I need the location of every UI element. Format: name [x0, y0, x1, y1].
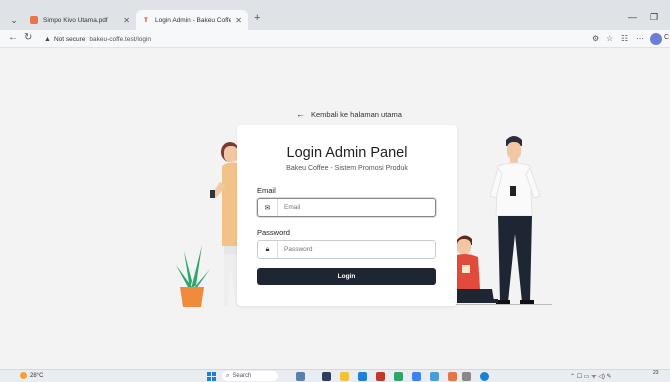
lock-icon: 🔒︎ [258, 241, 278, 258]
page-subtitle: Bakeu Coffee - Sistem Promosi Produk [286, 165, 408, 172]
close-icon[interactable]: ✕ [123, 16, 130, 25]
coffee-icon: ᴛ [144, 15, 148, 24]
sitting-boy-illustration [450, 235, 498, 303]
favorites-star-icon[interactable]: ☆ [606, 34, 613, 43]
taskbar-search[interactable]: ⌕ Search [222, 371, 278, 381]
app-icon[interactable] [430, 372, 439, 381]
extensions-icon[interactable]: ⚙ [592, 34, 599, 43]
tab-pdf[interactable]: Simpo Kivo Utama.pdf ✕ [24, 10, 136, 30]
tab-search-icon[interactable]: ⌄ [8, 14, 20, 26]
edge-icon[interactable] [358, 372, 367, 381]
weather-widget[interactable]: 28°C [20, 372, 43, 379]
search-icon: ⌕ [226, 372, 230, 379]
back-link-text: Kembali ke halaman utama [311, 109, 402, 119]
restore-button[interactable]: ❐ [650, 12, 658, 23]
reload-icon[interactable]: ↻ [24, 32, 32, 43]
system-tray[interactable]: ⌃ ☐ ▭ ᯤ ◁) ✎ [570, 372, 612, 380]
page-title: Login Admin Panel [286, 145, 408, 161]
sun-icon [20, 372, 27, 379]
widgets-icon[interactable] [296, 372, 305, 381]
app-icon[interactable] [448, 372, 457, 381]
warning-icon: ▲ [44, 35, 51, 43]
profile-initial: C [664, 34, 670, 41]
app-icon[interactable] [412, 372, 421, 381]
tab-title: Simpo Kivo Utama.pdf [43, 16, 108, 24]
clock[interactable]: 23 [653, 371, 659, 376]
address-bar[interactable]: ▲ Not secure bakeu-coffe.test/login [40, 32, 580, 46]
browser-toolbar: ← ↻ ▲ Not secure bakeu-coffe.test/login … [0, 30, 670, 48]
arrow-left-icon: ← [296, 109, 305, 119]
collections-icon[interactable]: ☷ [621, 34, 628, 43]
page-content: ← Kembali ke halaman utama Login Admin P… [0, 48, 670, 369]
plant-icon [176, 245, 210, 307]
task-view-icon[interactable] [322, 372, 331, 381]
app-icon[interactable] [480, 372, 489, 381]
envelope-icon: ✉ [258, 199, 278, 216]
password-field[interactable]: 🔒︎ [257, 240, 436, 259]
weather-temp: 28°C [30, 372, 44, 379]
browser-titlebar: ⌄ Simpo Kivo Utama.pdf ✕ ᴛ Login Admin -… [0, 0, 670, 30]
login-card: Login Admin Panel Bakeu Coffee - Sistem … [237, 125, 457, 306]
close-icon[interactable]: ✕ [235, 16, 242, 25]
new-tab-button[interactable]: + [254, 12, 260, 24]
tab-title: Login Admin - Bakeu Coffee [155, 16, 232, 24]
search-label: Search [232, 373, 252, 379]
email-input[interactable] [278, 204, 428, 211]
app-icon[interactable] [462, 372, 471, 381]
taskbar: 28°C ⌕ Search ⌃ ☐ ▭ ᯤ ◁) ✎ 23 [0, 369, 670, 382]
email-label: Email [257, 186, 276, 195]
password-label: Password [257, 228, 290, 237]
clock-time: 23 [653, 370, 659, 376]
windows-start-icon[interactable] [207, 372, 216, 381]
url-text: bakeu-coffe.test/login [89, 35, 152, 43]
tab-login[interactable]: ᴛ Login Admin - Bakeu Coffee ✕ [136, 10, 248, 30]
copilot-icon[interactable] [650, 33, 662, 45]
app-icon[interactable] [394, 372, 403, 381]
minimize-button[interactable]: — [628, 12, 637, 22]
password-input[interactable] [278, 246, 428, 253]
more-icon[interactable]: ⋯ [636, 34, 644, 43]
email-field[interactable]: ✉ [257, 198, 436, 217]
app-icon[interactable] [376, 372, 385, 381]
security-label: Not secure [53, 35, 86, 43]
login-button[interactable]: Login [257, 268, 436, 285]
file-explorer-icon[interactable] [340, 372, 349, 381]
back-to-home-link[interactable]: ← Kembali ke halaman utama [296, 109, 402, 119]
back-icon[interactable]: ← [8, 32, 18, 43]
pdf-icon [30, 16, 38, 24]
